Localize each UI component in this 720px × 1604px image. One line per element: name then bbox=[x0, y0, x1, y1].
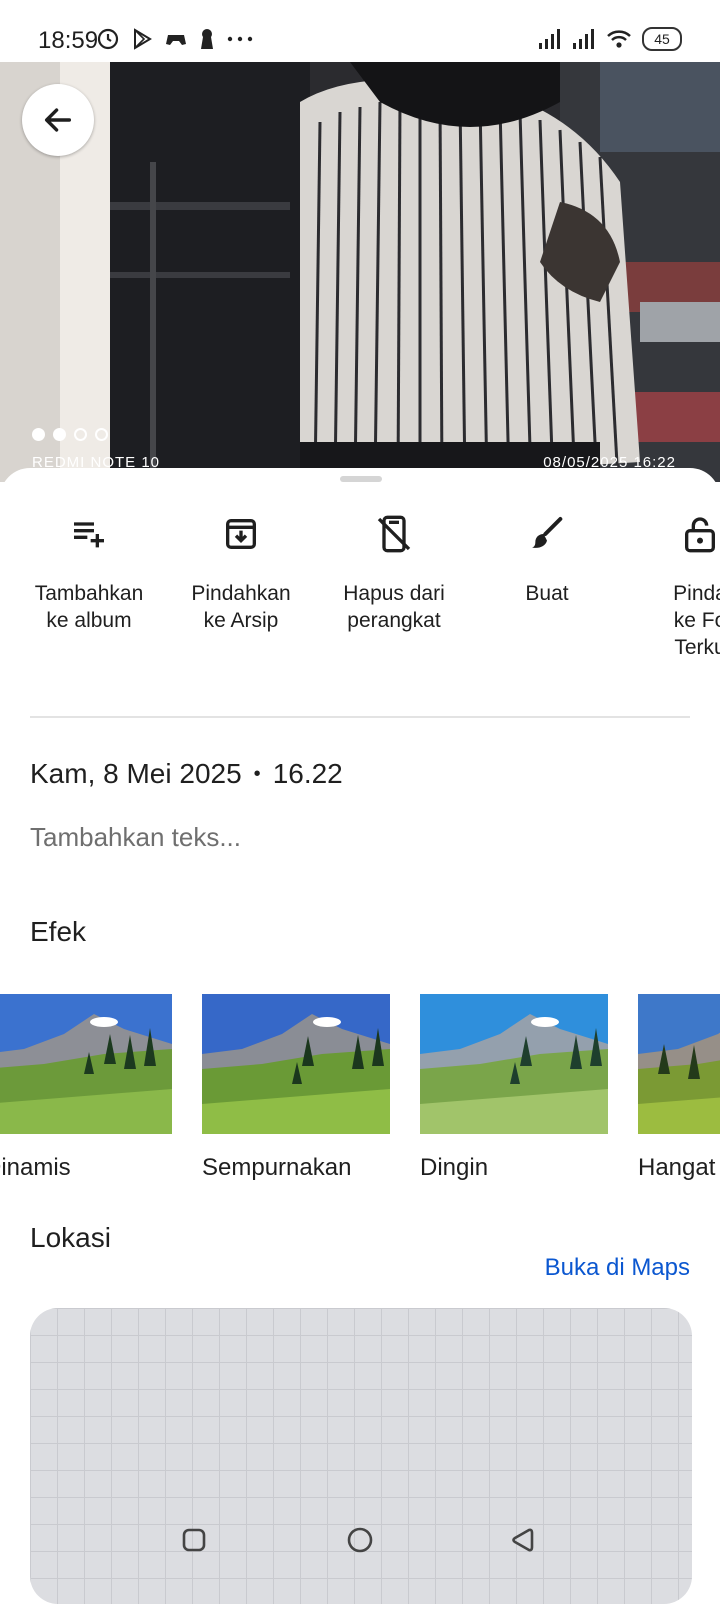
photo-time: 16.22 bbox=[272, 758, 343, 789]
lock-icon bbox=[685, 517, 715, 553]
status-time: 18:59 bbox=[38, 27, 99, 54]
effect-label: Hangat bbox=[638, 1154, 716, 1181]
action-label: Pindahkan ke Arsip bbox=[191, 582, 291, 632]
pager-dot bbox=[53, 428, 66, 441]
photo-preview[interactable] bbox=[0, 62, 720, 482]
recents-button[interactable] bbox=[174, 1520, 214, 1560]
back-button[interactable] bbox=[22, 84, 94, 156]
action-label: Tambahkan ke album bbox=[34, 582, 144, 632]
pager-dot bbox=[95, 428, 108, 441]
signal-icon bbox=[539, 29, 560, 49]
keyhole-icon bbox=[201, 29, 213, 49]
battery-icon: 45 bbox=[642, 27, 682, 51]
effect-cool[interactable]: Dingin bbox=[420, 994, 608, 1182]
effect-warm[interactable]: Hangat bbox=[638, 994, 720, 1182]
action-label: Pinda ke Fo Terku bbox=[673, 582, 720, 659]
effect-thumbnail bbox=[420, 994, 608, 1134]
details-sheet: Tambahkan ke album Pindahkan ke Arsip Ha… bbox=[0, 468, 720, 1604]
status-bar: 18:59 45 bbox=[0, 0, 720, 62]
photo-image bbox=[0, 62, 720, 482]
nav-back-button[interactable] bbox=[502, 1520, 542, 1560]
create-button[interactable]: Buat bbox=[472, 508, 622, 607]
recents-icon bbox=[182, 1528, 206, 1552]
system-nav-bar bbox=[0, 1500, 720, 1600]
move-to-locked-folder-button[interactable]: Pinda ke Fo Terku bbox=[625, 508, 720, 661]
gamepad-icon bbox=[166, 35, 186, 45]
playlist-add-icon bbox=[74, 522, 104, 548]
action-label: Buat bbox=[525, 582, 569, 605]
divider bbox=[30, 716, 690, 718]
photo-date: Kam, 8 Mei 2025 bbox=[30, 758, 242, 789]
effect-thumbnail bbox=[638, 994, 720, 1134]
pager-dots bbox=[32, 428, 108, 441]
home-button[interactable] bbox=[340, 1520, 380, 1560]
play-store-icon bbox=[134, 28, 152, 50]
pager-dot bbox=[74, 428, 87, 441]
home-icon bbox=[347, 1527, 373, 1553]
signal-icon bbox=[573, 29, 594, 49]
effect-label: Dingin bbox=[420, 1154, 489, 1181]
action-row: Tambahkan ke album Pindahkan ke Arsip Ha… bbox=[0, 508, 720, 678]
effect-thumbnail bbox=[0, 994, 172, 1134]
open-in-maps-link[interactable]: Buka di Maps bbox=[545, 1254, 690, 1282]
phone-off-icon bbox=[377, 515, 411, 553]
photo-datetime: Kam, 8 Mei 2025 • 16.22 bbox=[30, 758, 343, 790]
add-to-album-button[interactable]: Tambahkan ke album bbox=[14, 508, 164, 634]
delete-from-device-button[interactable]: Hapus dari perangkat bbox=[319, 508, 469, 634]
status-icons-right: 45 bbox=[538, 24, 682, 54]
effect-label: Sempurnakan bbox=[202, 1154, 352, 1181]
effects-carousel: Dinamis Sempurnakan Dingin Hangat bbox=[0, 994, 720, 1204]
effect-label: Dinamis bbox=[0, 1154, 71, 1181]
wifi-icon bbox=[607, 30, 631, 48]
move-to-archive-button[interactable]: Pindahkan ke Arsip bbox=[166, 508, 316, 634]
arrow-left-icon bbox=[44, 108, 72, 132]
clock-icon bbox=[97, 28, 119, 50]
effect-dynamic[interactable]: Dinamis bbox=[0, 994, 172, 1182]
location-title: Lokasi bbox=[30, 1222, 111, 1253]
brush-icon bbox=[532, 517, 563, 548]
status-icons-left bbox=[96, 24, 254, 54]
archive-icon bbox=[226, 519, 256, 549]
back-icon bbox=[512, 1528, 534, 1552]
add-text-field[interactable]: Tambahkan teks... bbox=[30, 822, 241, 853]
sheet-drag-handle[interactable] bbox=[340, 476, 382, 482]
effects-title: Efek bbox=[30, 916, 87, 947]
more-dots-icon bbox=[227, 36, 253, 42]
pager-dot bbox=[32, 428, 45, 441]
action-label: Hapus dari perangkat bbox=[343, 582, 445, 632]
datetime-separator: • bbox=[253, 763, 261, 785]
effect-thumbnail bbox=[202, 994, 390, 1134]
effect-enhance[interactable]: Sempurnakan bbox=[202, 994, 390, 1182]
